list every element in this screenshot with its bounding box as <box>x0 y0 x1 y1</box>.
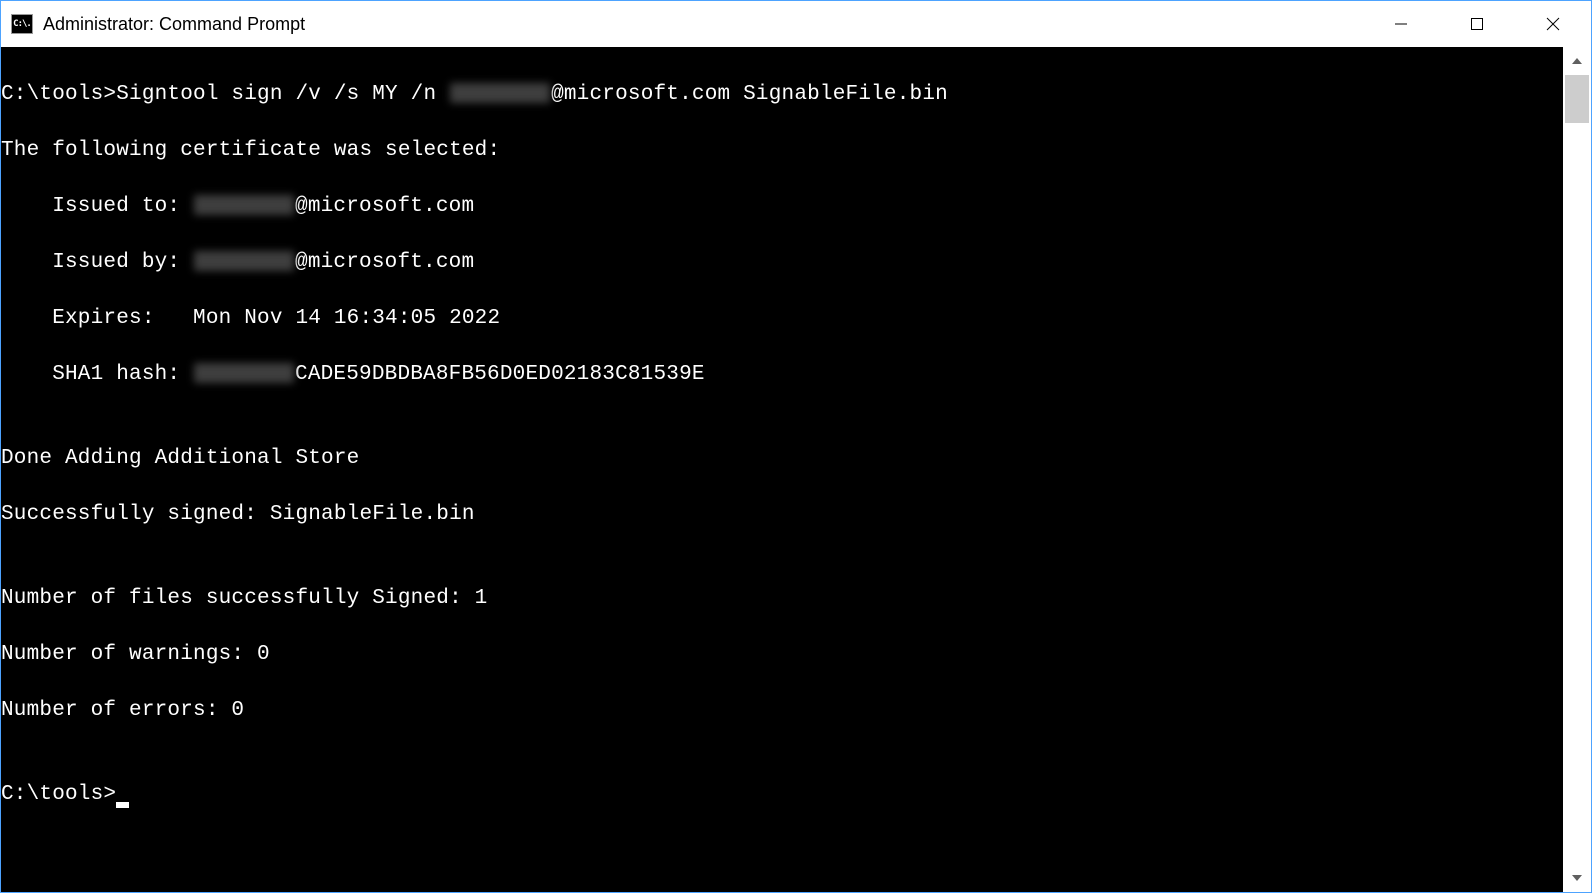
scroll-thumb[interactable] <box>1565 75 1589 123</box>
output-line: Number of warnings: 0 <box>1 641 1563 669</box>
issued-by-value: @microsoft.com <box>295 251 474 274</box>
chevron-down-icon <box>1571 874 1583 882</box>
output-line: Number of files successfully Signed: 1 <box>1 585 1563 613</box>
output-line: The following certificate was selected: <box>1 137 1563 165</box>
issued-by-label: Issued by: <box>1 251 193 274</box>
expires-line: Expires: Mon Nov 14 16:34:05 2022 <box>1 305 1563 333</box>
output-line: Done Adding Additional Store <box>1 445 1563 473</box>
console-output[interactable]: C:\tools>Signtool sign /v /s MY /n @micr… <box>1 47 1563 892</box>
command-prompt-window: C:\. Administrator: Command Prompt C:\to… <box>0 0 1592 893</box>
content-area: C:\tools>Signtool sign /v /s MY /n @micr… <box>1 47 1591 892</box>
command-text: Signtool sign /v /s MY /n <box>116 83 449 106</box>
prompt: C:\tools> <box>1 83 116 106</box>
chevron-up-icon <box>1571 57 1583 65</box>
issued-to-value: @microsoft.com <box>295 195 474 218</box>
output-line: Successfully signed: SignableFile.bin <box>1 501 1563 529</box>
sha1-value: CADE59DBDBA8FB56D0ED02183C81539E <box>295 363 705 386</box>
window-title: Administrator: Command Prompt <box>43 14 1363 35</box>
redacted-username <box>450 83 550 103</box>
output-line: Number of errors: 0 <box>1 697 1563 725</box>
close-icon <box>1545 16 1561 32</box>
titlebar[interactable]: C:\. Administrator: Command Prompt <box>1 1 1591 47</box>
vertical-scrollbar[interactable] <box>1563 47 1591 892</box>
window-controls <box>1363 1 1591 47</box>
issued-to-label: Issued to: <box>1 195 193 218</box>
scroll-down-button[interactable] <box>1563 864 1591 892</box>
sha1-label: SHA1 hash: <box>1 363 193 386</box>
minimize-button[interactable] <box>1363 1 1439 47</box>
redacted-issued-to <box>194 195 294 215</box>
cursor <box>116 802 129 808</box>
prompt: C:\tools> <box>1 783 116 806</box>
maximize-button[interactable] <box>1439 1 1515 47</box>
redacted-sha1 <box>194 363 294 383</box>
command-suffix: @microsoft.com SignableFile.bin <box>551 83 948 106</box>
scroll-up-button[interactable] <box>1563 47 1591 75</box>
maximize-icon <box>1470 17 1484 31</box>
redacted-issued-by <box>194 251 294 271</box>
minimize-icon <box>1394 17 1408 31</box>
cmd-app-icon: C:\. <box>11 14 33 34</box>
close-button[interactable] <box>1515 1 1591 47</box>
